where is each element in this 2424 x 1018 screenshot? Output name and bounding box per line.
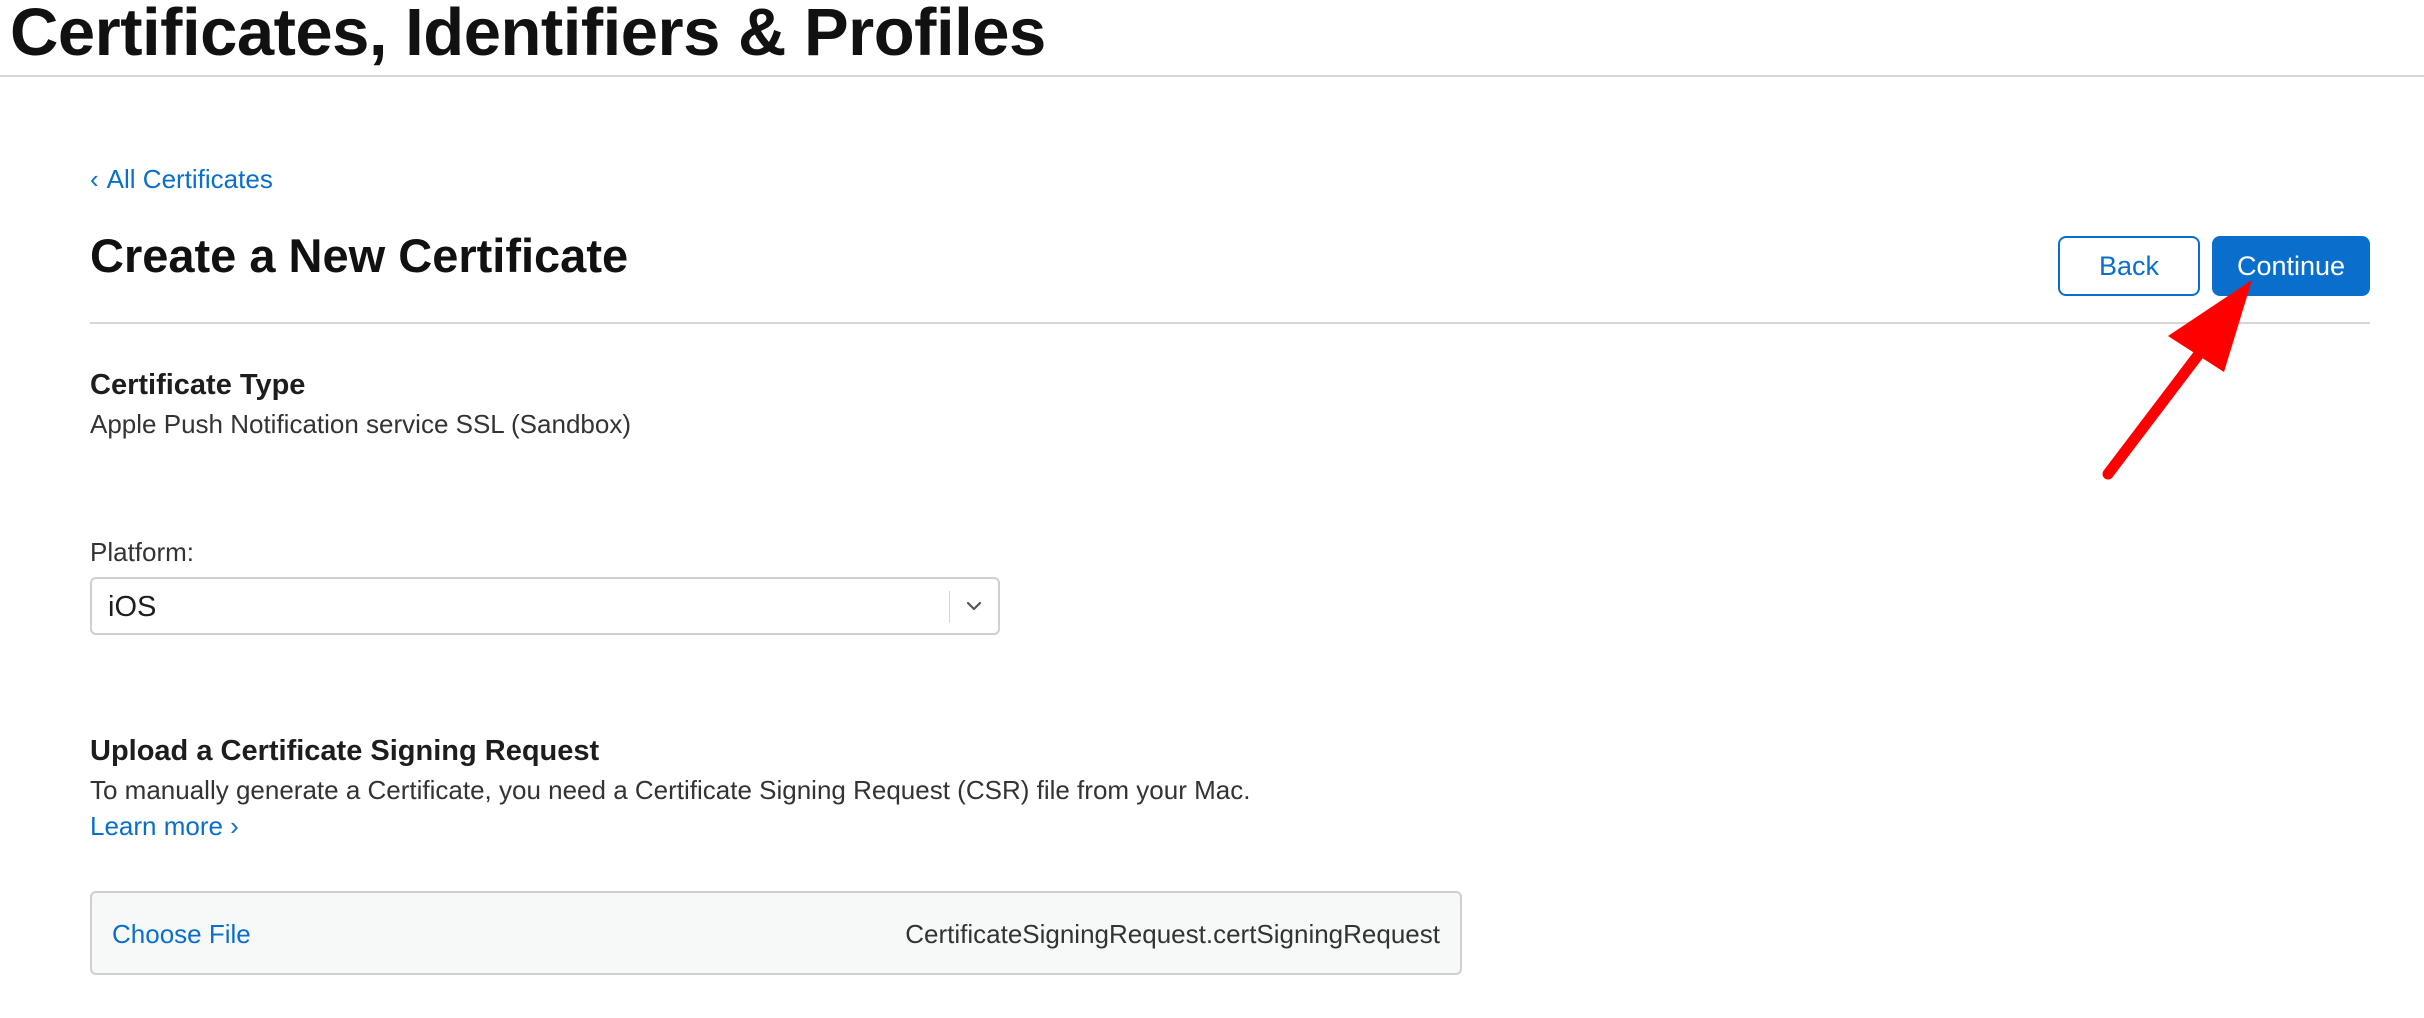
upload-csr-heading: Upload a Certificate Signing Request	[90, 735, 600, 767]
csr-file-upload: Choose File CertificateSigningRequest.ce…	[90, 891, 1462, 975]
certificate-type-heading: Certificate Type	[90, 369, 306, 401]
all-certificates-link[interactable]: ‹ All Certificates	[90, 164, 273, 195]
main-content: ‹ All Certificates Create a New Certifica…	[90, 0, 2370, 1018]
chevron-down-icon	[964, 593, 984, 619]
chevron-left-icon: ‹	[90, 164, 99, 194]
selected-file-name: CertificateSigningRequest.certSigningReq…	[905, 919, 1440, 949]
learn-more-link[interactable]: Learn more ›	[90, 811, 239, 842]
upload-csr-description: To manually generate a Certificate, you …	[90, 775, 1251, 805]
choose-file-button[interactable]: Choose File	[112, 919, 251, 950]
certificate-type-value: Apple Push Notification service SSL (San…	[90, 409, 631, 439]
continue-button[interactable]: Continue	[2212, 236, 2370, 296]
platform-select[interactable]: iOS	[90, 577, 1000, 635]
section-divider	[90, 322, 2370, 324]
platform-select-value: iOS	[108, 591, 157, 623]
back-button[interactable]: Back	[2058, 236, 2200, 296]
platform-label: Platform:	[90, 537, 195, 567]
all-certificates-link-label: All Certificates	[106, 164, 273, 194]
platform-select-separator	[949, 591, 950, 623]
section-title: Create a New Certificate	[90, 229, 629, 282]
